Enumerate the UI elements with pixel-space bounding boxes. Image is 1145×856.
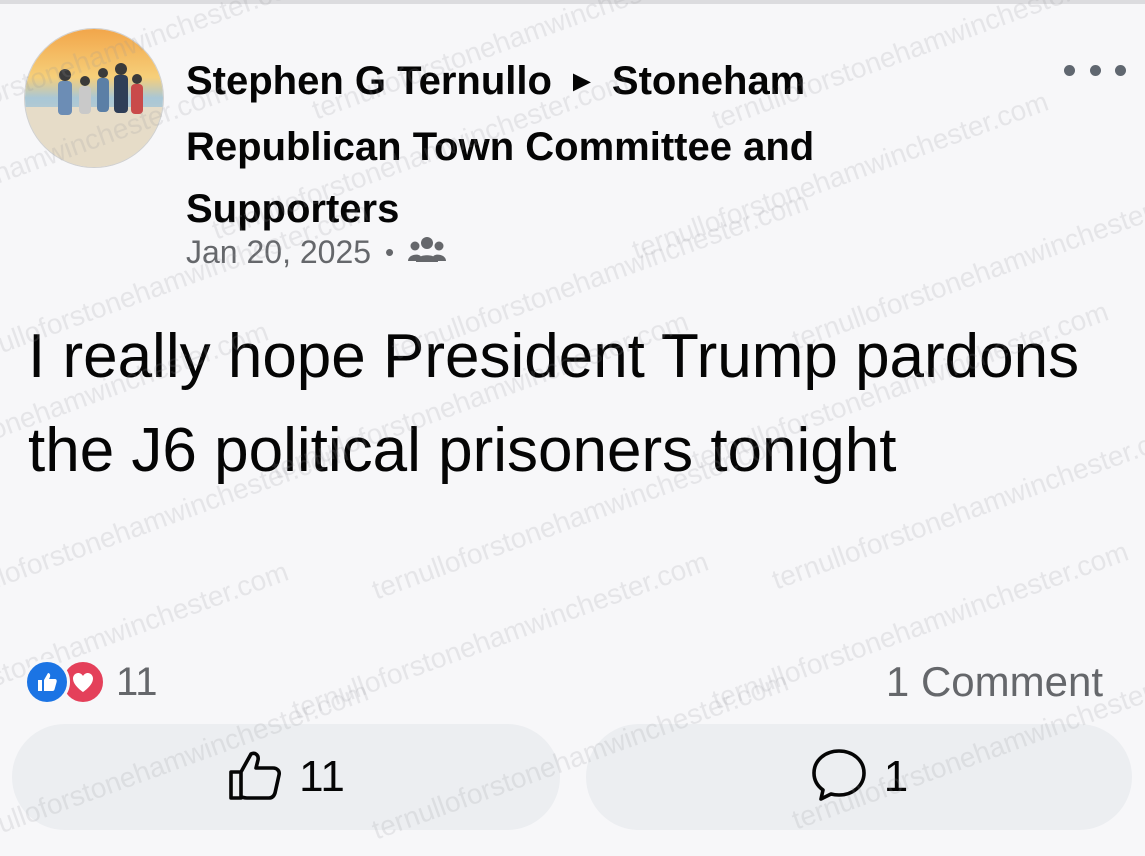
- more-dot-icon: [1115, 64, 1126, 76]
- post-meta: Jan 20, 2025 •: [186, 232, 447, 272]
- like-button[interactable]: 11: [12, 724, 560, 830]
- thumbs-up-icon: [227, 748, 283, 807]
- more-options-button[interactable]: [1064, 58, 1126, 82]
- more-dot-icon: [1089, 64, 1101, 76]
- post-text: I really hope President Trump pardons th…: [28, 322, 1080, 485]
- comment-action-count: 1: [883, 752, 909, 801]
- avatar[interactable]: [24, 28, 164, 168]
- comment-button[interactable]: 1: [586, 724, 1132, 830]
- author-name[interactable]: Stephen G Ternullo: [186, 59, 552, 103]
- group-icon: [408, 234, 447, 271]
- post-date[interactable]: Jan 20, 2025: [186, 234, 371, 271]
- like-count: 11: [299, 752, 345, 801]
- meta-separator: •: [385, 236, 395, 267]
- reaction-count: 11: [116, 659, 158, 704]
- watermark-text: ternulloforstonehamwinchester.com: [287, 545, 713, 726]
- comment-bubble-icon: [810, 747, 868, 808]
- watermark-text: ternulloforstonehamwinchester.com: [0, 555, 293, 736]
- comment-count-link[interactable]: 1 Comment: [886, 656, 1103, 708]
- reactions-summary[interactable]: 11: [24, 656, 158, 708]
- top-border: [0, 0, 1145, 4]
- more-dot-icon: [1064, 64, 1075, 76]
- arrow-right-icon: ►: [567, 65, 597, 98]
- post-header: Stephen G Ternullo ► Stoneham Republican…: [186, 50, 926, 240]
- like-reaction-icon: [24, 659, 70, 705]
